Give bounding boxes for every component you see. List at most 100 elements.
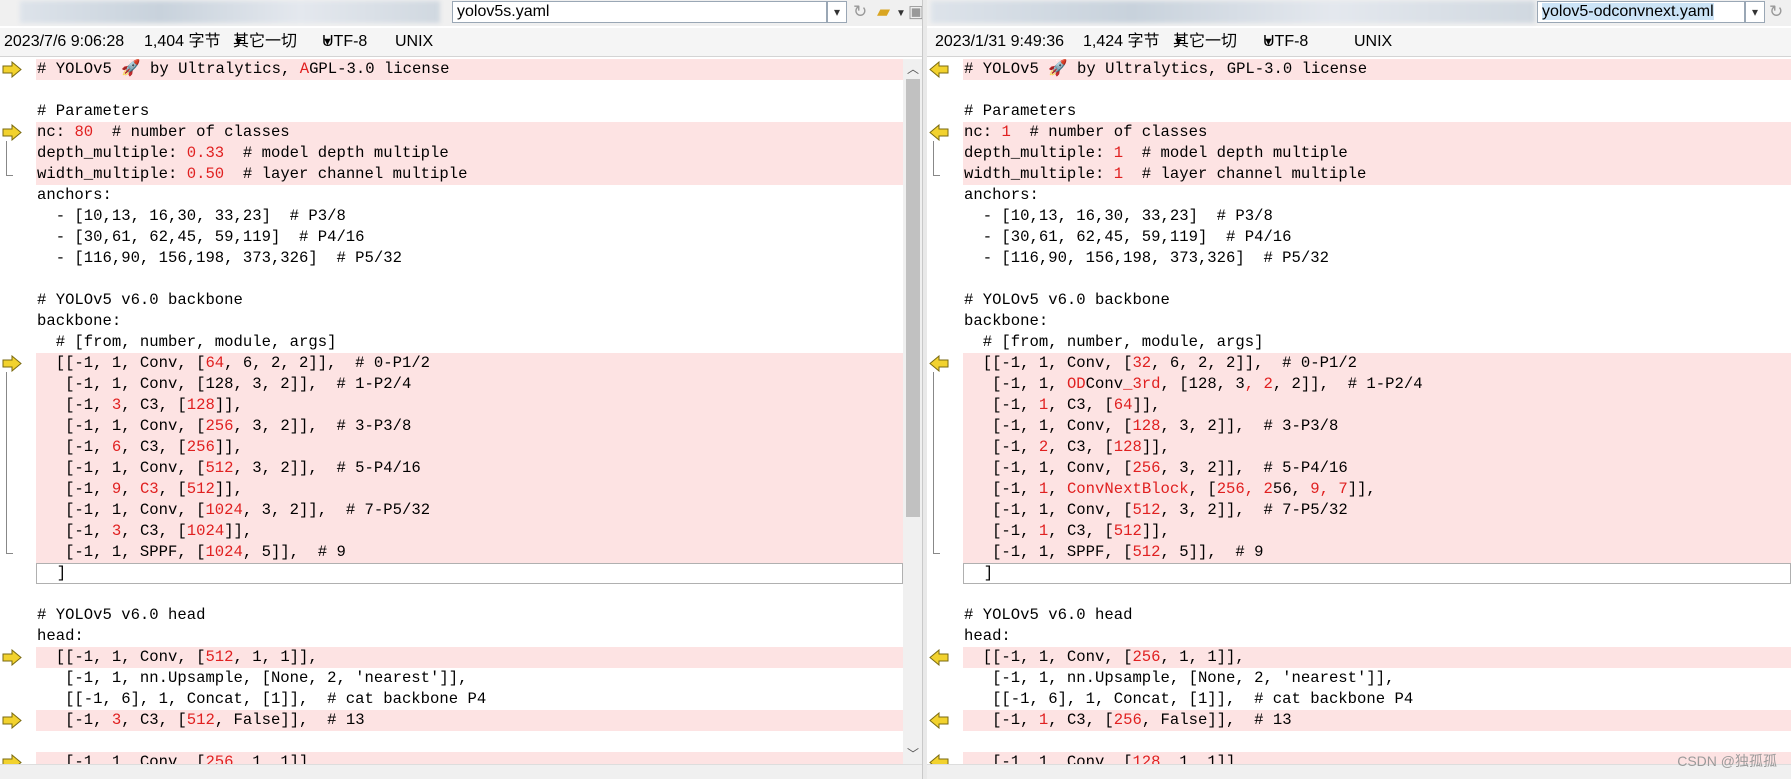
code-text: ]], xyxy=(1132,396,1161,414)
code-text: , 5]], # 9 xyxy=(242,543,346,561)
chevron-down-icon[interactable]: ﹀ xyxy=(903,744,923,764)
diff-text: 64 xyxy=(1113,396,1133,414)
right-info-bar: 2023/1/31 9:49:36 1,424 字节 其它一切 ▼ UTF-8 … xyxy=(927,28,1791,57)
code-text: [-1, 1, Conv, [ xyxy=(964,459,1133,477)
code-text: , 3, 2]], # 3-P3/8 xyxy=(233,417,412,435)
code-text: # YOLOv5 v6.0 backbone xyxy=(964,291,1170,309)
diff-text: 1 xyxy=(1038,396,1049,414)
code-line: [-1, 3, C3, [1024]], xyxy=(36,521,903,542)
code-text: [-1, 1, nn.Upsample, [None, 2, 'nearest'… xyxy=(37,669,468,687)
arrow-right-icon[interactable] xyxy=(2,60,22,79)
code-line: [-1, 1, Conv, [128, 3, 2]], # 1-P2/4 xyxy=(36,374,903,395)
code-line: # YOLOv5 v6.0 backbone xyxy=(36,290,903,311)
code-text: [-1, 1, Conv, [128, 3, 2]], # 1-P2/4 xyxy=(37,375,412,393)
diff-text: 3 xyxy=(111,711,122,729)
left-horizontal-scrollbar[interactable] xyxy=(0,764,925,779)
diff-text: 256 xyxy=(1113,711,1142,729)
diff-text: ConvNextBlock xyxy=(1066,480,1189,498)
code-text: [-1, xyxy=(37,522,112,540)
arrow-right-icon[interactable] xyxy=(2,648,22,667)
diff-text: 1 xyxy=(1038,711,1049,729)
code-text: ]], xyxy=(214,438,243,456)
left-path-bar: yolov5s.yaml ▾ ↻ ▰ ▼ ▣ xyxy=(0,0,925,26)
diff-text: 512 xyxy=(205,648,234,666)
arrow-right-icon[interactable] xyxy=(2,753,22,764)
code-line: - [30,61, 62,45, 59,119] # P4/16 xyxy=(963,227,1791,248)
code-line: head: xyxy=(36,626,903,647)
code-text: [-1, 1, SPPF, [ xyxy=(964,543,1133,561)
code-line: [-1, 1, Conv, [256, 3, 2]], # 3-P3/8 xyxy=(36,416,903,437)
code-text: # YOLOv5 🚀 by Ultralytics, xyxy=(37,60,300,78)
diff-text: 1 xyxy=(1038,522,1049,540)
code-line: [-1, 1, C3, [64]], xyxy=(963,395,1791,416)
arrow-left-icon[interactable] xyxy=(929,123,949,142)
diff-block-bracket xyxy=(6,141,13,176)
diff-text: 9, 7 xyxy=(1310,480,1348,498)
code-line: head: xyxy=(963,626,1791,647)
refresh-icon[interactable]: ↻ xyxy=(853,2,867,22)
right-gutter xyxy=(927,59,963,764)
right-horizontal-scrollbar[interactable] xyxy=(927,764,1791,779)
arrow-left-icon[interactable] xyxy=(929,711,949,730)
code-line: [-1, 1, Conv, [128, 3, 2]], # 3-P3/8 xyxy=(963,416,1791,437)
code-text: , [128, 3 xyxy=(1160,375,1245,393)
arrow-right-icon[interactable] xyxy=(2,711,22,730)
code-text: anchors: xyxy=(964,186,1039,204)
diff-text: 128 xyxy=(1132,753,1161,764)
chevron-up-icon[interactable]: ︿ xyxy=(903,59,923,79)
code-line: [-1, 1, nn.Upsample, [None, 2, 'nearest'… xyxy=(963,668,1791,689)
code-line: [[-1, 1, Conv, [512, 1, 1]], xyxy=(36,647,903,668)
code-text: , 3, 2]], # 5-P4/16 xyxy=(1160,459,1348,477)
diff-text: 512 xyxy=(1132,501,1161,519)
eol-label: UNIX xyxy=(395,33,434,50)
arrow-right-icon[interactable] xyxy=(2,123,22,142)
chevron-down-icon[interactable]: ▾ xyxy=(827,1,847,23)
diff-text: 80 xyxy=(74,123,94,141)
code-text: [-1, xyxy=(964,480,1039,498)
arrow-left-icon[interactable] xyxy=(929,60,949,79)
code-text: , 3, 2]], # 3-P3/8 xyxy=(1160,417,1339,435)
arrow-left-icon[interactable] xyxy=(929,648,949,667)
code-text: head: xyxy=(37,627,84,645)
right-code-view[interactable]: # YOLOv5 🚀 by Ultralytics, GPL-3.0 licen… xyxy=(927,59,1791,764)
code-text: [-1, xyxy=(964,396,1039,414)
code-line: [-1, 1, nn.Upsample, [None, 2, 'nearest'… xyxy=(36,668,903,689)
chevron-down-icon[interactable]: ▾ xyxy=(1745,1,1765,23)
code-line: [-1, 1, ConvNextBlock, [256, 256, 9, 7]]… xyxy=(963,479,1791,500)
left-vertical-scrollbar[interactable]: ︿ ﹀ xyxy=(903,59,923,764)
arrow-left-icon[interactable] xyxy=(929,354,949,373)
diff-text: 256, 2 xyxy=(1216,480,1273,498)
file-date: 2023/7/6 9:06:28 xyxy=(4,33,125,50)
code-text: [[-1, 1, Conv, [ xyxy=(964,648,1133,666)
code-line: nc: 1 # number of classes xyxy=(963,122,1791,143)
code-text: backbone: xyxy=(964,312,1049,330)
diff-text: 1 xyxy=(1113,165,1124,183)
code-text: # number of classes xyxy=(93,123,290,141)
code-text: [-1, 1, Conv, [ xyxy=(964,753,1133,764)
left-code-view[interactable]: # YOLOv5 🚀 by Ultralytics, AGPL-3.0 lice… xyxy=(0,59,903,764)
code-line: [-1, 1, SPPF, [512, 5]], # 9 xyxy=(963,542,1791,563)
code-text: - [10,13, 16,30, 33,23] # P3/8 xyxy=(37,207,346,225)
diff-text: 256 xyxy=(205,753,234,764)
code-text: # YOLOv5 v6.0 backbone xyxy=(37,291,243,309)
right-path-input[interactable]: yolov5-odconvnext.yaml xyxy=(1537,1,1745,23)
code-text: , 5]], # 9 xyxy=(1160,543,1264,561)
folder-open-icon[interactable]: ▰ xyxy=(877,2,890,22)
code-line: # YOLOv5 🚀 by Ultralytics, GPL-3.0 licen… xyxy=(963,59,1791,80)
code-line: # YOLOv5 v6.0 head xyxy=(963,605,1791,626)
right-file-pane: yolov5-odconvnext.yaml ▾ ↻ 2023/1/31 9:4… xyxy=(927,0,1791,779)
scrollbar-thumb[interactable] xyxy=(906,79,920,517)
code-text: , C3, [ xyxy=(121,522,187,540)
arrow-right-icon[interactable] xyxy=(2,354,22,373)
chevron-down-icon[interactable]: ▼ xyxy=(896,4,906,24)
refresh-icon[interactable]: ↻ xyxy=(1769,2,1783,22)
code-text: nc: xyxy=(37,123,75,141)
code-text: ]], xyxy=(214,396,243,414)
left-path-input[interactable]: yolov5s.yaml xyxy=(452,1,827,23)
arrow-left-icon[interactable] xyxy=(929,753,949,764)
code-text: , C3, [ xyxy=(1048,396,1114,414)
